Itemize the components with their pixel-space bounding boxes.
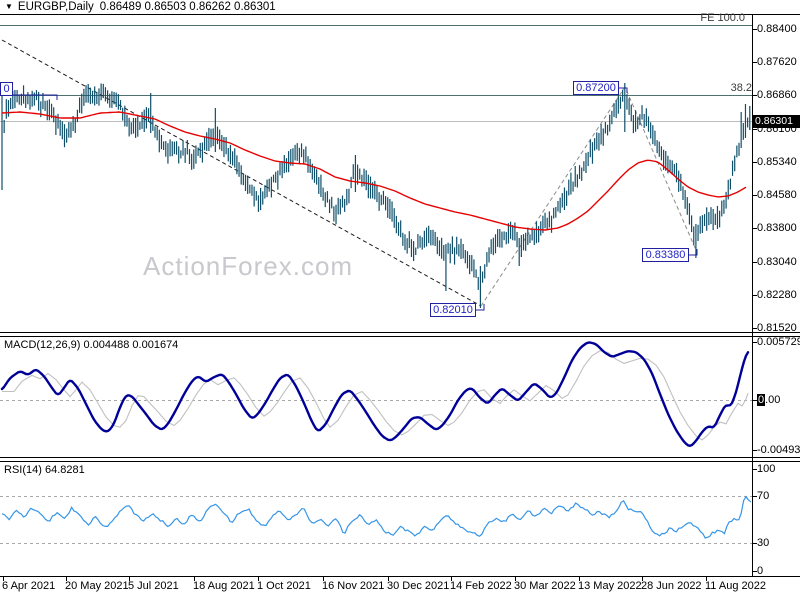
date-axis-label: 13 May 2022 [578,580,642,592]
rsi-panel[interactable] [0,461,752,576]
price-axis-label: 0.87620 [757,56,797,68]
rsi-axis-label: 0 [757,565,764,577]
date-axis-label: 30 Dec 2021 [387,580,450,592]
price-axis-label: 0.85340 [757,156,797,168]
price-axis-label: 0.86100 [757,123,797,135]
ohlc-values: 0.86489 0.86503 0.86262 0.86301 [99,1,276,13]
panel-splitter-rsi[interactable] [0,455,800,460]
rsi-axis-label: 30 [757,537,770,549]
macd-panel[interactable] [0,336,752,457]
panel-splitter-macd[interactable] [0,330,800,335]
date-axis-label: 18 Aug 2021 [193,580,255,592]
date-axis-label: 5 Jul 2021 [128,580,179,592]
price-axis-label: 0.83040 [757,256,797,268]
price-axis-label: 0.86860 [757,89,797,101]
price-axis-label: 0.83800 [757,222,797,234]
date-axis-label: 30 Mar 2022 [514,580,576,592]
chart-title: ▼ EURGBP,Daily 0.86489 0.86503 0.86262 0.8… [5,1,276,13]
date-axis-label: 11 Aug 2022 [705,580,766,592]
date-axis-label: 14 Feb 2022 [450,580,512,592]
chevron-down-icon: ▼ [5,2,13,11]
date-axis-label: 16 Nov 2021 [322,580,385,592]
date-axis-label: 6 Apr 2021 [2,580,56,592]
macd-zero-label: 0.00 [757,394,781,406]
rsi-axis-label: 100 [757,463,776,475]
main-chart-panel[interactable] [0,14,752,332]
date-axis-label: 1 Oct 2021 [257,580,311,592]
price-axis-label: 0.84580 [757,189,797,201]
macd-axis-label: 0.005729 [757,336,800,348]
symbol-timeframe-label: EURGBP,Daily [17,1,94,13]
rsi-axis-label: 70 [757,490,770,502]
date-axis-label: 20 May 2021 [65,580,129,592]
macd-zero-box: 0 [757,394,766,406]
mt4-chart-window: ActionForex.com ▼ EURGBP,Daily 0.86489 0.8… [0,0,800,600]
price-axis-label: 0.88400 [757,23,797,35]
date-axis-label: 28 Jun 2022 [641,580,702,592]
price-axis-label: 0.82280 [757,289,797,301]
